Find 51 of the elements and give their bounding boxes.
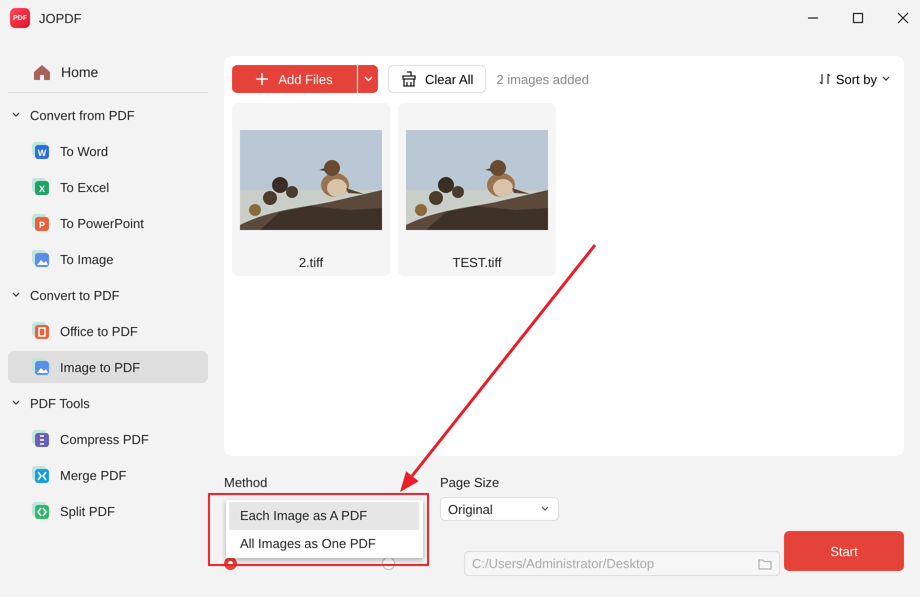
file-name: TEST.tiff bbox=[452, 255, 502, 270]
method-label: Method bbox=[224, 475, 268, 490]
home-item[interactable]: Home bbox=[8, 56, 208, 88]
house-icon bbox=[33, 64, 51, 80]
section-header[interactable]: Convert from PDF bbox=[8, 99, 208, 131]
sidebar-item[interactable]: P To PowerPoint bbox=[8, 207, 208, 239]
chevron-icon bbox=[12, 112, 20, 118]
chevron-icon bbox=[12, 292, 20, 298]
sort-button[interactable]: Sort by bbox=[818, 72, 896, 86]
menu-option[interactable]: All Images as One PDF bbox=[229, 530, 419, 558]
section-header[interactable]: Convert to PDF bbox=[8, 279, 208, 311]
sidebar-item[interactable]: To Image bbox=[8, 243, 208, 275]
sidebar-item[interactable]: Split PDF bbox=[8, 495, 208, 527]
add-files-button[interactable]: Add Files bbox=[232, 65, 357, 93]
word-icon: W bbox=[32, 142, 50, 160]
chevron-icon bbox=[882, 76, 890, 82]
plus-icon bbox=[256, 73, 268, 85]
broom-icon bbox=[401, 71, 417, 87]
section-header[interactable]: PDF Tools bbox=[8, 387, 208, 419]
sidebar-item[interactable]: Office to PDF bbox=[8, 315, 208, 347]
caret-icon bbox=[364, 76, 372, 82]
excel-icon: X bbox=[32, 178, 50, 196]
image-icon bbox=[32, 358, 50, 376]
office-icon bbox=[32, 322, 50, 340]
app-title: JOPDF bbox=[39, 10, 82, 26]
sidebar-item[interactable]: X To Excel bbox=[8, 171, 208, 203]
clear-all-button[interactable]: Clear All bbox=[388, 65, 486, 93]
start-button[interactable]: Start bbox=[784, 531, 904, 571]
maximize-icon[interactable] bbox=[852, 12, 864, 24]
file-name: 2.tiff bbox=[298, 255, 324, 270]
image-count: 2 images added bbox=[496, 72, 589, 86]
folder-icon bbox=[758, 558, 772, 570]
split-icon bbox=[32, 502, 50, 520]
sort-icon bbox=[818, 73, 831, 85]
merge-icon bbox=[32, 466, 50, 484]
image-icon bbox=[32, 250, 50, 268]
powerpoint-icon: P bbox=[32, 214, 50, 232]
sidebar-item[interactable]: Merge PDF bbox=[8, 459, 208, 491]
sidebar-item[interactable]: Compress PDF bbox=[8, 423, 208, 455]
sidebar-item[interactable]: W To Word bbox=[8, 135, 208, 167]
page-size-label: Page Size bbox=[440, 475, 500, 490]
close-icon[interactable] bbox=[897, 12, 909, 24]
page-size-select[interactable]: Original bbox=[440, 497, 559, 521]
menu-option[interactable]: Each Image as A PDF bbox=[229, 502, 419, 530]
compress-icon bbox=[32, 430, 50, 448]
chevron-icon bbox=[541, 506, 549, 512]
file-card[interactable]: 2.tiff bbox=[232, 103, 390, 276]
file-card[interactable]: TEST.tiff bbox=[398, 103, 556, 276]
dropdown-button[interactable] bbox=[358, 65, 378, 93]
sidebar-item[interactable]: Image to PDF bbox=[8, 351, 208, 383]
chevron-icon bbox=[12, 400, 20, 406]
